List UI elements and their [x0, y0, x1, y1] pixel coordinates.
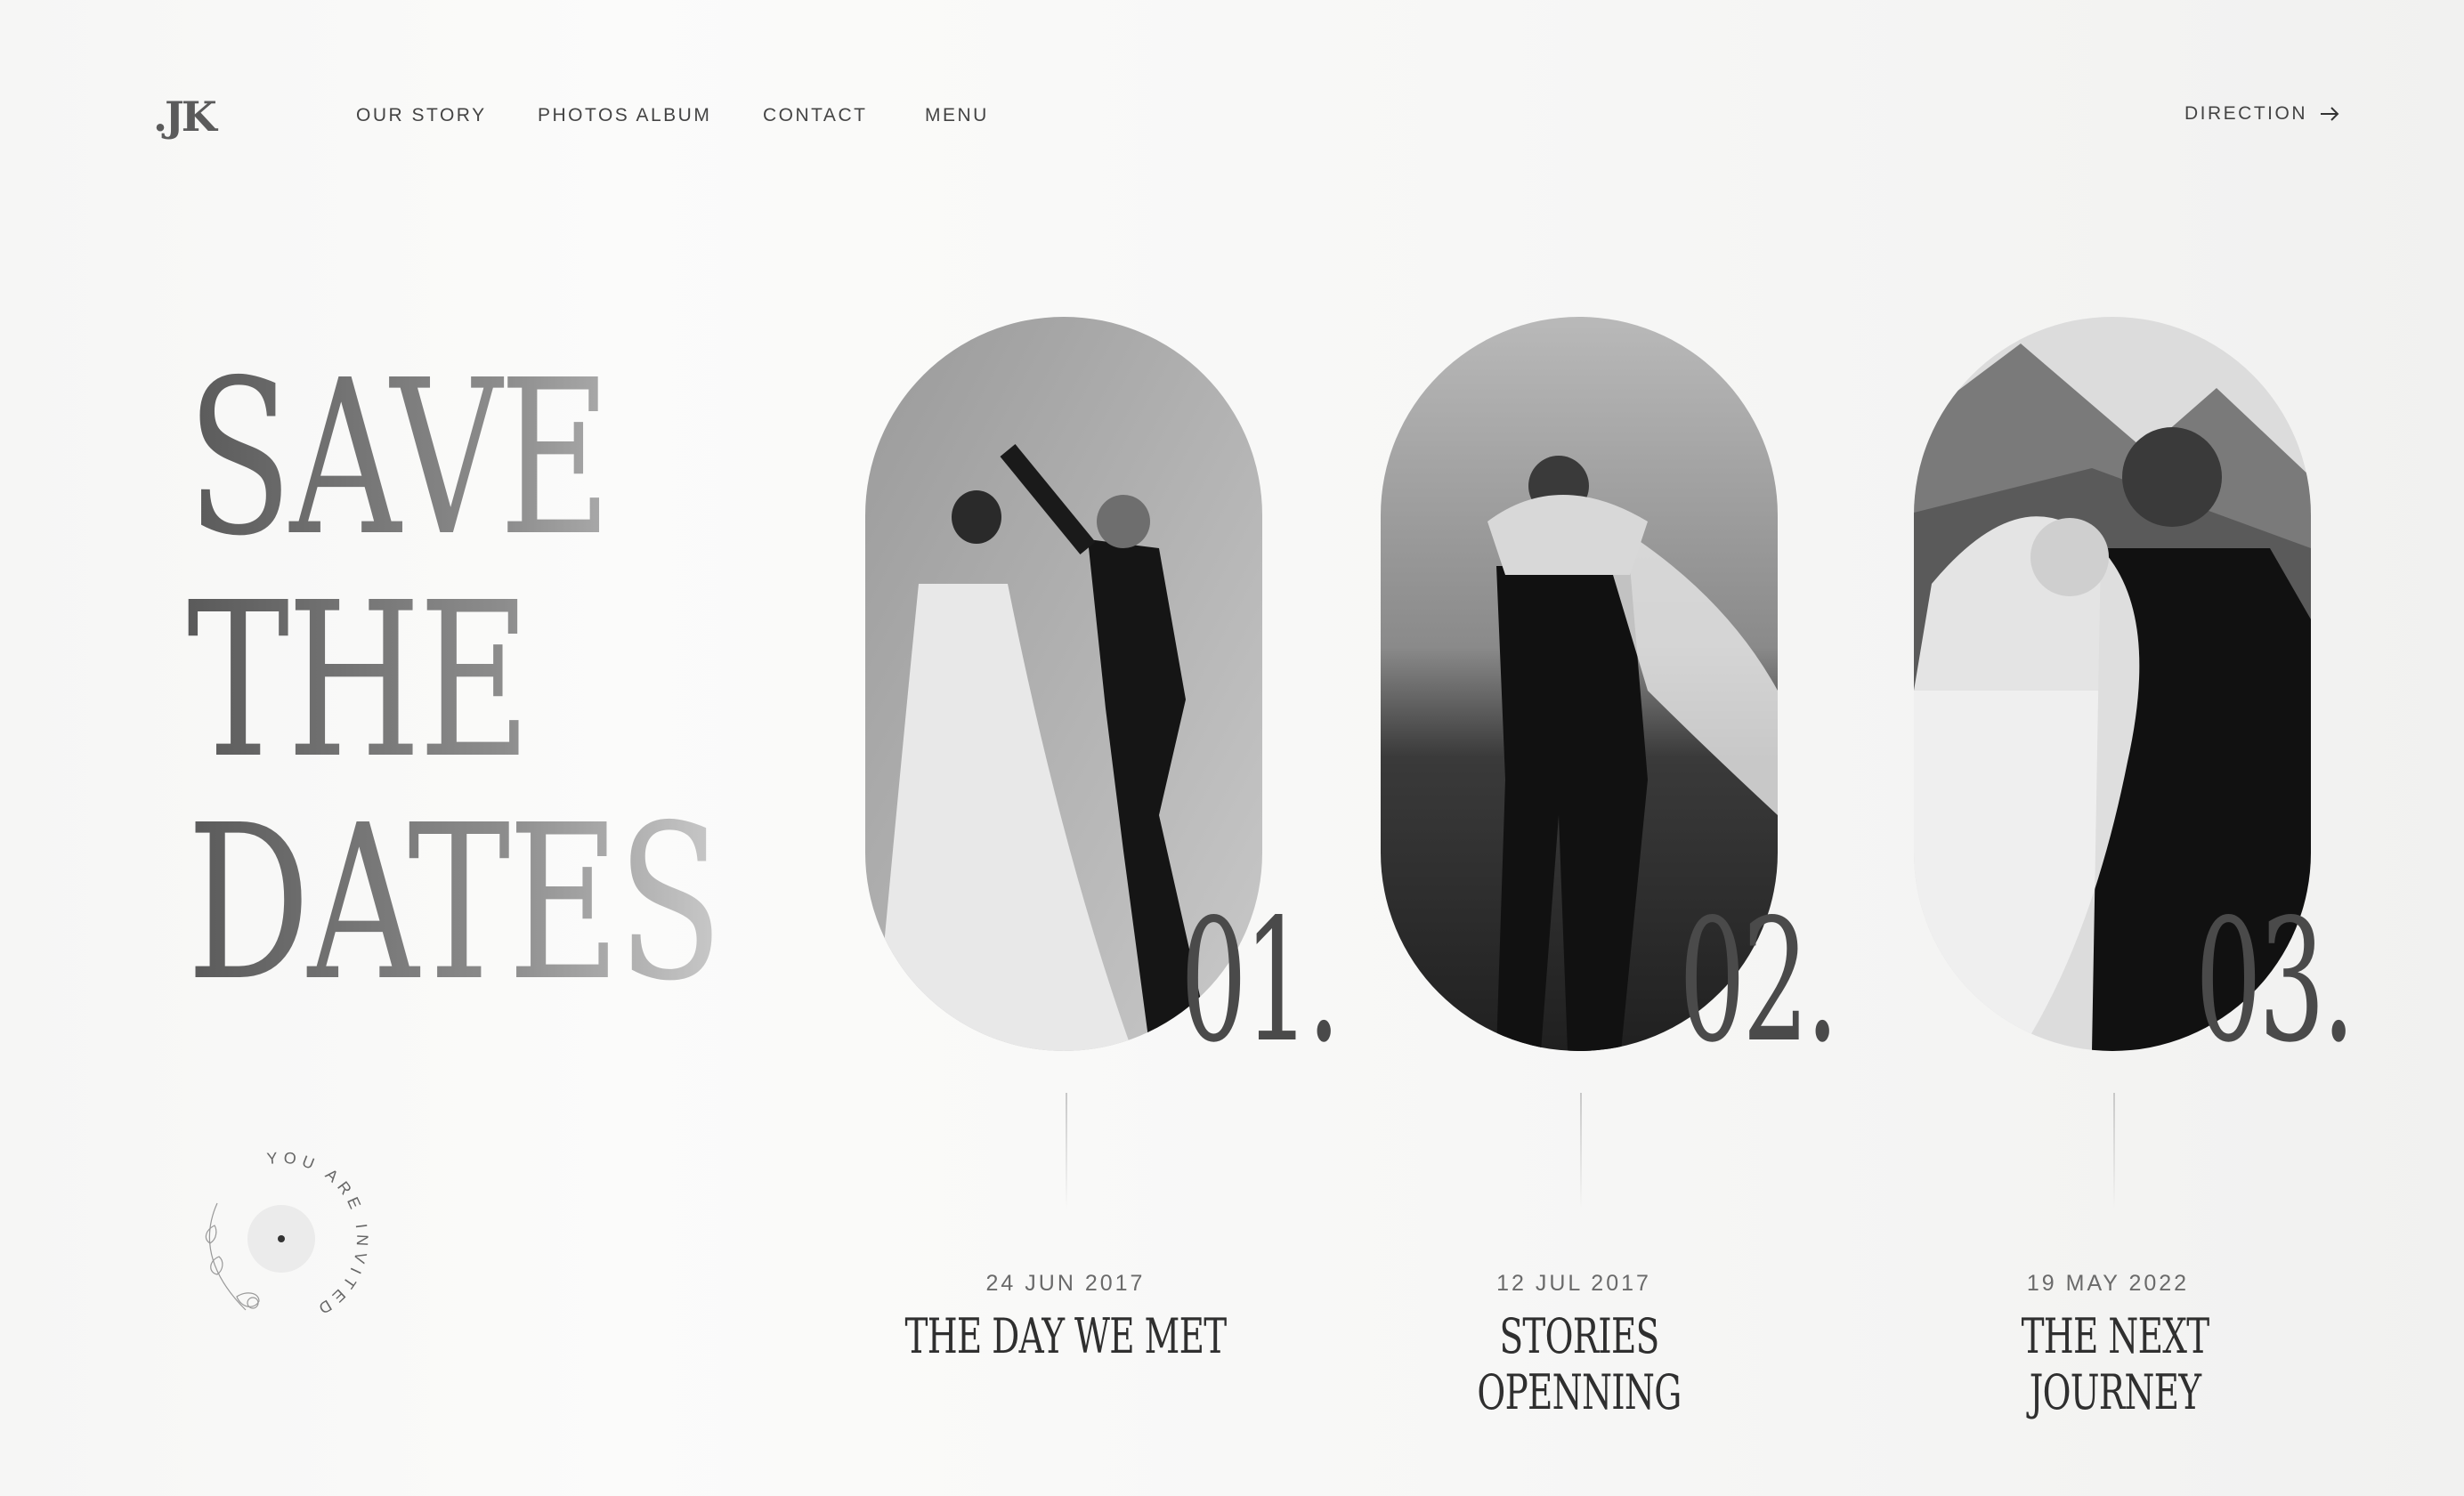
headline-line-3: DATES — [187, 779, 723, 1028]
badge-dot — [278, 1235, 285, 1242]
story-title-3: THE NEXT JOURNEY — [2021, 1308, 2210, 1420]
story-date-1: 24 JUN 2017 — [985, 1271, 1146, 1296]
timeline-divider-2 — [1580, 1093, 1582, 1209]
timeline-divider-3 — [2113, 1093, 2115, 1209]
direction-label: DIRECTION — [2184, 103, 2307, 124]
floral-badge-icon — [205, 1202, 260, 1311]
story-title-1: THE DAY WE MET — [904, 1308, 1227, 1364]
arrow-right-icon — [2321, 107, 2339, 121]
nav-menu[interactable]: MENU — [925, 105, 989, 126]
headline-line-1: SAVE — [187, 347, 720, 570]
story-date-2: 12 JUL 2017 — [1496, 1271, 1651, 1296]
nav-photos-album[interactable]: PHOTOS ALBUM — [538, 105, 711, 126]
direction-link[interactable]: DIRECTION — [2184, 103, 2339, 125]
nav-contact[interactable]: CONTACT — [763, 105, 867, 126]
story-date-3: 19 MAY 2022 — [2026, 1271, 2190, 1296]
headline-line-2: THE — [187, 570, 720, 792]
story-title-2: STORIES OPENNING — [1477, 1308, 1682, 1420]
story-number-3: 03. — [2195, 883, 2355, 1080]
story-number-1: 01. — [1180, 883, 1341, 1080]
you-are-invited-badge[interactable]: YOU ARE INVITED — [183, 1141, 379, 1337]
story-number-2: 02. — [1679, 883, 1839, 1080]
logo[interactable]: .JK — [153, 93, 217, 141]
timeline-divider-1 — [1066, 1093, 1067, 1209]
hero-headline: SAVE THE DATES — [187, 347, 928, 1015]
nav-our-story[interactable]: OUR STORY — [356, 105, 487, 126]
